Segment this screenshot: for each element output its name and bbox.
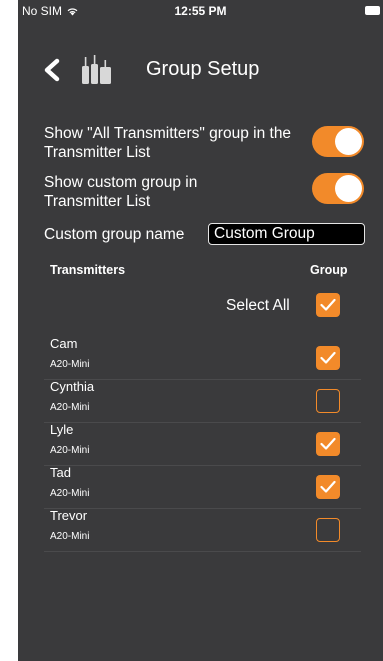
group-checkbox[interactable] xyxy=(316,389,340,413)
show-custom-toggle[interactable] xyxy=(312,173,364,204)
custom-group-name-input[interactable] xyxy=(208,223,365,245)
transmitter-name: Cam xyxy=(50,336,78,351)
battery-icon xyxy=(365,6,380,15)
transmitter-name: Cynthia xyxy=(50,379,95,394)
transmitter-model: A20-Mini xyxy=(50,402,90,413)
custom-group-name-label: Custom group name xyxy=(44,226,185,243)
group-checkbox[interactable] xyxy=(316,475,340,499)
group-setup-screen: No SIM 12:55 PM Group Setup Show "All Tr… xyxy=(18,0,383,661)
transmitter-model: A20-Mini xyxy=(50,488,90,499)
transmitter-name: Trevor xyxy=(50,508,88,523)
checkmark-icon xyxy=(320,298,336,311)
transmitters-logo-icon xyxy=(82,55,111,84)
transmitter-model: A20-Mini xyxy=(50,359,90,370)
status-bar: No SIM 12:55 PM xyxy=(18,0,383,22)
status-time: 12:55 PM xyxy=(174,4,227,18)
checkmark-icon xyxy=(320,480,336,493)
setting-show-custom-row: Show custom group in Transmitter List xyxy=(44,173,364,213)
select-all-label: Select All xyxy=(226,297,290,314)
group-checkbox[interactable] xyxy=(316,432,340,456)
transmitter-row[interactable]: Trevor A20-Mini xyxy=(44,508,361,552)
transmitter-row[interactable]: Cynthia A20-Mini xyxy=(44,379,361,423)
group-checkbox[interactable] xyxy=(316,518,340,542)
back-button[interactable] xyxy=(38,56,66,84)
group-column-header: Group xyxy=(310,263,348,277)
toggle-knob xyxy=(335,128,362,155)
transmitter-name: Lyle xyxy=(50,422,74,437)
page-title: Group Setup xyxy=(146,58,260,80)
checkmark-icon xyxy=(320,437,336,450)
toggle-knob xyxy=(335,175,362,202)
show-custom-label: Show custom group in Transmitter List xyxy=(44,174,198,210)
checkmark-icon xyxy=(320,351,336,364)
setting-show-all-row: Show "All Transmitters" group in the Tra… xyxy=(44,124,364,164)
group-checkbox[interactable] xyxy=(316,346,340,370)
transmitter-model: A20-Mini xyxy=(50,445,90,456)
transmitter-row[interactable]: Cam A20-Mini xyxy=(44,336,361,380)
show-all-label: Show "All Transmitters" group in the Tra… xyxy=(44,125,292,161)
transmitter-row[interactable]: Lyle A20-Mini xyxy=(44,422,361,466)
transmitter-row[interactable]: Tad A20-Mini xyxy=(44,465,361,509)
chevron-left-icon xyxy=(44,58,60,82)
select-all-checkbox[interactable] xyxy=(316,293,340,317)
transmitter-name: Tad xyxy=(50,465,71,480)
show-all-toggle[interactable] xyxy=(312,126,364,157)
nav-bar: Group Setup xyxy=(18,48,383,92)
transmitter-model: A20-Mini xyxy=(50,531,90,542)
transmitters-column-header: Transmitters xyxy=(50,263,126,277)
